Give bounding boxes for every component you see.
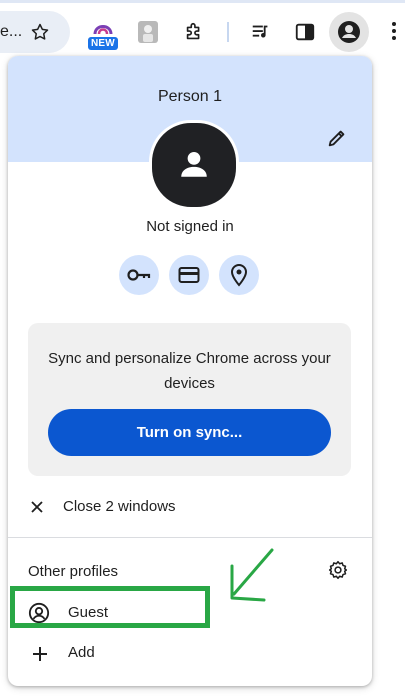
side-panel-icon[interactable] xyxy=(294,21,316,43)
sync-message: Sync and personalize Chrome across your … xyxy=(48,350,331,392)
tab-strip-edge xyxy=(0,0,405,3)
close-icon xyxy=(31,501,43,513)
plus-icon xyxy=(33,647,47,661)
close-windows-item[interactable]: Close 2 windows xyxy=(8,488,372,526)
annotation-highlight-box xyxy=(10,586,210,628)
profile-button[interactable] xyxy=(329,12,369,52)
addresses-button[interactable] xyxy=(219,255,259,295)
person-icon xyxy=(181,151,207,177)
key-icon xyxy=(127,269,151,281)
location-pin-icon xyxy=(230,263,248,287)
other-profiles-title: Other profiles xyxy=(28,563,119,580)
credit-card-icon xyxy=(178,267,200,283)
add-profile-item[interactable]: Add xyxy=(8,638,372,670)
sync-promo-card: Sync and personalize Chrome across your … xyxy=(28,323,351,476)
gear-icon[interactable] xyxy=(328,560,348,580)
signin-status: Not signed in xyxy=(146,218,234,235)
more-menu-icon[interactable] xyxy=(388,20,400,42)
add-label: Add xyxy=(68,644,95,661)
profile-name: Person 1 xyxy=(157,88,223,105)
passwords-button[interactable] xyxy=(119,255,159,295)
address-bar-text: e... xyxy=(0,23,23,40)
media-controls-icon[interactable] xyxy=(250,21,272,43)
browser-toolbar: e... NEW xyxy=(0,0,405,58)
payment-methods-button[interactable] xyxy=(169,255,209,295)
extension-avatar-icon[interactable] xyxy=(137,20,159,44)
edit-pencil-icon[interactable] xyxy=(326,127,348,149)
account-circle-icon xyxy=(338,21,360,43)
turn-on-sync-button[interactable]: Turn on sync... xyxy=(48,409,331,456)
profile-avatar xyxy=(149,120,239,210)
new-badge: NEW xyxy=(88,37,118,50)
toolbar-divider xyxy=(227,22,229,42)
extensions-puzzle-icon[interactable] xyxy=(183,21,205,43)
section-divider xyxy=(8,537,372,538)
close-windows-label: Close 2 windows xyxy=(63,498,176,515)
bookmark-star-icon[interactable] xyxy=(30,22,50,42)
annotation-arrow-icon xyxy=(230,548,274,602)
